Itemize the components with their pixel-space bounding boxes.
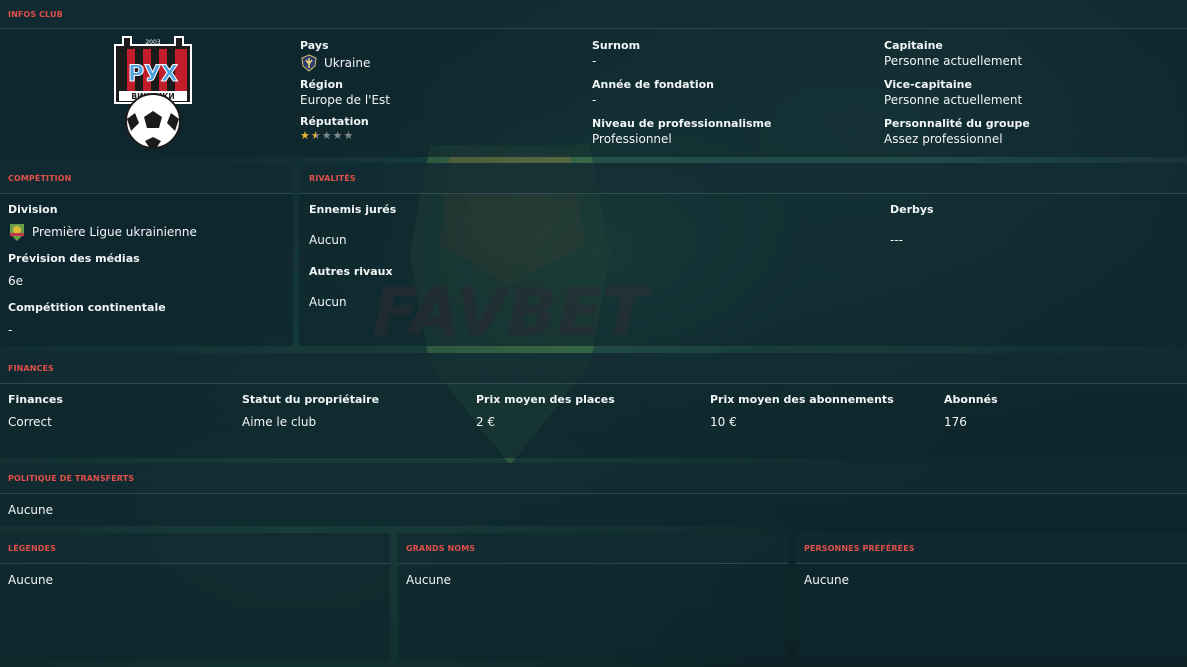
infos-club-title: INFOS CLUB: [8, 9, 63, 19]
grands-noms-header: GRANDS NOMS: [398, 533, 788, 564]
finances-panel: FINANCES Finances Correct Statut du prop…: [0, 353, 1187, 458]
personnalite-label: Personnalité du groupe: [884, 117, 1030, 130]
rivalites-title: RIVALITÉS: [309, 173, 356, 183]
ennemis-label: Ennemis jurés: [309, 203, 397, 216]
pays-value[interactable]: Ukraine: [300, 54, 370, 72]
transferts-value: Aucune: [8, 503, 54, 517]
autres-rivaux-value: Aucun: [309, 295, 347, 309]
league-badge-icon: [10, 224, 24, 241]
legendes-header: LÉGENDES: [0, 533, 390, 564]
capitaine-value: Personne actuellement: [884, 54, 1023, 68]
abonnes-label: Abonnés: [944, 393, 998, 406]
legendes-panel: LÉGENDES Aucune: [0, 533, 390, 661]
reputation-label: Réputation: [300, 115, 369, 128]
finances-col-value: Correct: [8, 415, 52, 429]
continentale-value: -: [8, 323, 13, 337]
prevision-label: Prévision des médias: [8, 252, 140, 265]
rivalites-header: RIVALITÉS: [299, 163, 1187, 194]
derbys-value: ---: [890, 233, 903, 247]
region-value: Europe de l'Est: [300, 93, 390, 107]
vice-capitaine-label: Vice-capitaine: [884, 78, 972, 91]
transferts-header: POLITIQUE DE TRANSFERTS: [0, 463, 1187, 494]
reputation-stars: ★ ★ ★ ★ ★: [300, 130, 353, 141]
club-crest-icon: РУХ ВИННИКИ 2003: [114, 36, 192, 149]
star-empty-icon: ★: [343, 129, 354, 142]
ennemis-value: Aucun: [309, 233, 347, 247]
ukraine-badge-icon: [301, 54, 317, 72]
vice-capitaine-value: Personne actuellement: [884, 93, 1023, 107]
svg-text:РУХ: РУХ: [128, 62, 178, 87]
transferts-panel: POLITIQUE DE TRANSFERTS Aucune: [0, 463, 1187, 526]
statut-proprietaire-label: Statut du propriétaire: [242, 393, 380, 406]
pays-label: Pays: [300, 39, 329, 52]
star-empty-icon: ★: [321, 129, 332, 142]
star-empty-icon: ★: [332, 129, 343, 142]
prix-places-value: 2 €: [476, 415, 496, 429]
personnalite-value: Assez professionnel: [884, 132, 1003, 146]
prevision-value: 6e: [8, 274, 24, 288]
infos-club-header: INFOS CLUB: [0, 0, 1187, 29]
capitaine-label: Capitaine: [884, 39, 943, 52]
niveau-value: Professionnel: [592, 132, 672, 146]
finances-col-label: Finances: [8, 393, 63, 406]
transferts-title: POLITIQUE DE TRANSFERTS: [8, 473, 135, 483]
rivalites-panel: RIVALITÉS Ennemis jurés Aucun Autres riv…: [299, 163, 1187, 346]
prix-abonnements-value: 10 €: [710, 415, 737, 429]
competition-header: COMPÉTITION: [0, 163, 293, 194]
fondation-label: Année de fondation: [592, 78, 714, 91]
personnes-preferees-panel: PERSONNES PRÉFÉRÉES Aucune: [796, 533, 1187, 661]
svg-text:2003: 2003: [145, 39, 160, 46]
abonnes-value: 176: [944, 415, 967, 429]
competition-title: COMPÉTITION: [8, 173, 72, 183]
surnom-label: Surnom: [592, 39, 641, 52]
continentale-label: Compétition continentale: [8, 301, 166, 314]
statut-proprietaire-value: Aime le club: [242, 415, 317, 429]
personnes-preferees-value: Aucune: [804, 573, 850, 587]
autres-rivaux-label: Autres rivaux: [309, 265, 393, 278]
surnom-value: -: [592, 54, 597, 68]
fondation-value: -: [592, 93, 597, 107]
finances-title: FINANCES: [8, 363, 54, 373]
prix-places-label: Prix moyen des places: [476, 393, 615, 406]
personnes-preferees-header: PERSONNES PRÉFÉRÉES: [796, 533, 1187, 564]
pays-text: Ukraine: [324, 56, 371, 70]
grands-noms-title: GRANDS NOMS: [406, 543, 476, 553]
personnes-preferees-title: PERSONNES PRÉFÉRÉES: [804, 543, 915, 553]
grands-noms-panel: GRANDS NOMS Aucune: [398, 533, 788, 661]
region-label: Région: [300, 78, 343, 91]
finances-header: FINANCES: [0, 353, 1187, 384]
niveau-label: Niveau de professionnalisme: [592, 117, 772, 130]
division-text: Première Ligue ukrainienne: [32, 225, 197, 239]
star-half-icon: ★: [310, 129, 321, 142]
star-full-icon: ★: [300, 129, 310, 142]
legendes-title: LÉGENDES: [8, 543, 56, 553]
infos-club-panel: INFOS CLUB РУХ ВИННИКИ 2003 Pays Ukraine…: [0, 0, 1187, 157]
competition-panel: COMPÉTITION Division Première Ligue ukra…: [0, 163, 293, 346]
division-label: Division: [8, 203, 58, 216]
division-value[interactable]: Première Ligue ukrainienne: [8, 222, 197, 242]
grands-noms-value: Aucune: [406, 573, 452, 587]
prix-abonnements-label: Prix moyen des abonnements: [710, 393, 894, 406]
legendes-value: Aucune: [8, 573, 54, 587]
derbys-label: Derbys: [890, 203, 934, 216]
